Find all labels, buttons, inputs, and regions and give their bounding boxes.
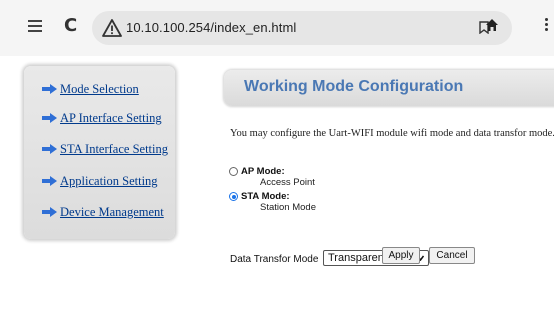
sta-mode-radio[interactable] [229, 192, 238, 201]
sidebar-item-label[interactable]: Mode Selection [60, 82, 139, 97]
sidebar-item-mode-selection[interactable]: Mode Selection [41, 81, 139, 97]
sidebar-item-label[interactable]: AP Interface Setting [60, 111, 162, 126]
sta-mode-label: STA Mode: [241, 191, 290, 202]
reload-icon[interactable]: C [64, 15, 77, 36]
arrow-right-icon [42, 113, 57, 123]
browser-toolbar: C 10.10.100.254/index_en.html [0, 0, 554, 56]
transfer-mode-label: Data Transfor Mode [230, 254, 319, 265]
sidebar-item-device-management[interactable]: Device Management [41, 204, 164, 220]
ap-mode-radio[interactable] [229, 167, 238, 176]
sidebar-item-label[interactable]: Application Setting [60, 174, 158, 189]
page-title: Working Mode Configuration [244, 78, 464, 95]
address-bar[interactable]: 10.10.100.254/index_en.html [92, 11, 512, 45]
sidebar-item-sta-interface[interactable]: STA Interface Setting [41, 141, 168, 157]
sidebar-item-label[interactable]: Device Management [60, 205, 164, 220]
sidebar: Mode Selection AP Interface Setting STA … [24, 66, 175, 239]
arrow-right-icon [42, 84, 57, 94]
cancel-button[interactable]: Cancel [429, 247, 475, 264]
description-text: You may configure the Uart-WIFI module w… [230, 128, 554, 139]
ap-mode-label: AP Mode: [241, 166, 285, 177]
warning-icon[interactable] [102, 18, 122, 38]
arrow-right-icon [42, 207, 57, 217]
sta-mode-subtext: Station Mode [260, 202, 316, 213]
home-icon[interactable] [485, 18, 499, 32]
menu-icon[interactable] [28, 20, 42, 32]
sidebar-item-label[interactable]: STA Interface Setting [60, 142, 168, 157]
url-text[interactable]: 10.10.100.254/index_en.html [126, 20, 296, 35]
sidebar-item-ap-interface[interactable]: AP Interface Setting [41, 110, 162, 126]
sidebar-item-application[interactable]: Application Setting [41, 173, 158, 189]
ap-mode-subtext: Access Point [260, 177, 315, 188]
page-header: Working Mode Configuration [224, 70, 554, 106]
more-icon[interactable] [545, 18, 551, 34]
ap-mode-option[interactable]: AP Mode: [229, 166, 285, 177]
sta-mode-option[interactable]: STA Mode: [229, 191, 290, 202]
arrow-right-icon [42, 144, 57, 154]
apply-button[interactable]: Apply [382, 247, 420, 264]
arrow-right-icon [42, 176, 57, 186]
